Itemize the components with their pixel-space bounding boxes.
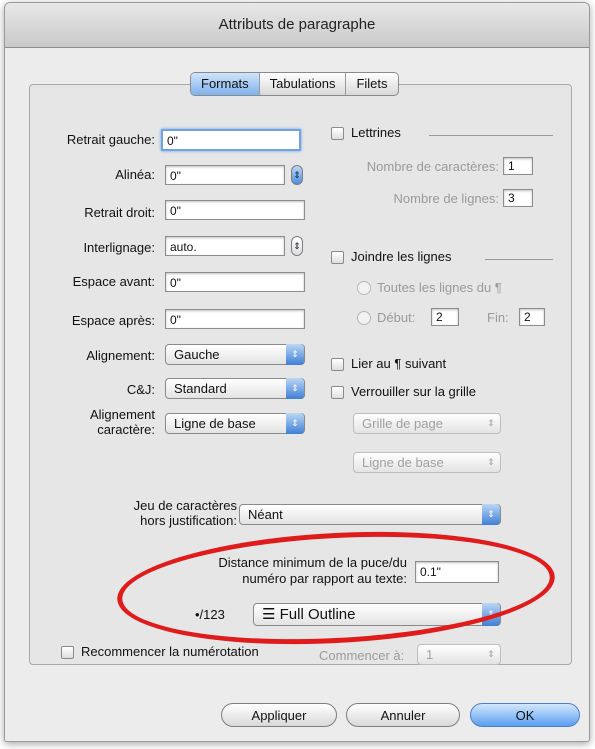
verrouiller-checkbox[interactable] xyxy=(331,386,344,399)
alignement-label: Alignement: xyxy=(86,348,155,363)
espace-avant-label: Espace avant: xyxy=(72,274,155,289)
popup-arrows-icon: ⇕ xyxy=(286,413,304,434)
verrouiller-label: Verrouiller sur la grille xyxy=(351,384,476,399)
tab-tabulations[interactable]: Tabulations xyxy=(260,73,347,95)
cj-value: Standard xyxy=(174,381,227,396)
lettrines-divider xyxy=(429,135,553,136)
dialog-window: Attributs de paragraphe Formats Tabulati… xyxy=(4,2,590,742)
popup-arrows-icon: ⇕ xyxy=(487,649,495,659)
nb-caracteres-label: Nombre de caractères: xyxy=(366,159,499,174)
debut-input[interactable]: 2 xyxy=(431,308,459,326)
tab-filets[interactable]: Filets xyxy=(346,73,397,95)
alinea-input[interactable]: 0" xyxy=(165,165,285,185)
commencer-label: Commencer à: xyxy=(319,648,405,663)
alignement-caractere-popup[interactable]: Ligne de base ⇕ xyxy=(165,413,305,434)
tab-formats[interactable]: Formats xyxy=(191,73,260,95)
distance-input[interactable]: 0.1" xyxy=(415,561,499,583)
cj-popup[interactable]: Standard ⇕ xyxy=(165,378,305,399)
ligne-base-value: Ligne de base xyxy=(362,455,444,470)
commencer-value: 1 xyxy=(426,647,434,662)
fin-input[interactable]: 2 xyxy=(519,308,545,326)
distance-label: Distance minimum de la puce/du numéro pa… xyxy=(155,555,407,587)
alinea-label: Alinéa: xyxy=(115,167,155,182)
jeu-caracteres-value: Néant xyxy=(248,507,283,522)
retrait-droit-label: Retrait droit: xyxy=(84,205,155,220)
retrait-droit-input[interactable]: 0" xyxy=(165,200,305,220)
lettrines-checkbox[interactable] xyxy=(331,127,344,140)
commencer-popup[interactable]: 1 ⇕ xyxy=(417,644,501,665)
jeu-caracteres-label-line1: Jeu de caractères xyxy=(133,498,237,513)
popup-arrows-icon: ⇕ xyxy=(482,603,500,626)
popup-arrows-icon: ⇕ xyxy=(286,344,304,365)
grille-page-value: Grille de page xyxy=(362,416,443,431)
alignement-caractere-label-line1: Alignement xyxy=(89,407,155,422)
lettrines-label: Lettrines xyxy=(351,125,401,140)
nb-lignes-label: Nombre de lignes: xyxy=(393,191,500,206)
alignement-popup[interactable]: Gauche ⇕ xyxy=(165,344,305,365)
up-down-stepper-icon[interactable]: ⇕ xyxy=(291,236,303,256)
joindre-label: Joindre les lignes xyxy=(351,249,452,264)
appliquer-button[interactable]: Appliquer xyxy=(221,703,337,727)
distance-label-line1: Distance minimum de la puce/du xyxy=(218,555,407,570)
lier-checkbox[interactable] xyxy=(331,358,344,371)
up-down-stepper-icon[interactable]: ⇕ xyxy=(291,165,303,185)
list-style-icon: ☰ xyxy=(262,606,276,623)
retrait-gauche-label: Retrait gauche: xyxy=(66,132,155,147)
title-bar[interactable]: Attributs de paragraphe xyxy=(5,3,589,48)
popup-arrows-icon: ⇕ xyxy=(487,418,495,428)
toutes-radio[interactable] xyxy=(357,281,371,295)
popup-arrows-icon: ⇕ xyxy=(487,457,495,467)
retrait-gauche-input[interactable]: 0" xyxy=(161,129,301,151)
popup-arrows-icon: ⇕ xyxy=(482,504,500,525)
tab-bar: Formats Tabulations Filets xyxy=(190,72,399,96)
fin-label: Fin: xyxy=(487,310,509,325)
jeu-caracteres-popup[interactable]: Néant ⇕ xyxy=(239,504,501,525)
espace-apres-input[interactable]: 0" xyxy=(165,309,305,329)
numbering-label: •/123 xyxy=(195,607,225,622)
joindre-divider xyxy=(485,259,553,260)
espace-apres-label: Espace après: xyxy=(71,313,155,328)
interlignage-input[interactable]: auto. xyxy=(165,236,285,256)
interlignage-label: Interlignage: xyxy=(83,240,155,255)
toutes-label: Toutes les lignes du ¶ xyxy=(377,280,502,295)
window-title: Attributs de paragraphe xyxy=(218,16,376,33)
popup-arrows-icon: ⇕ xyxy=(286,378,304,399)
jeu-caracteres-label-line2: hors justification: xyxy=(140,513,237,528)
nb-lignes-input[interactable]: 3 xyxy=(503,189,533,207)
annuler-button[interactable]: Annuler xyxy=(346,703,460,727)
recommencer-checkbox[interactable] xyxy=(61,646,74,659)
alignement-caractere-value: Ligne de base xyxy=(174,416,256,431)
debut-radio[interactable] xyxy=(357,311,371,325)
debut-label: Début: xyxy=(377,310,416,325)
grille-page-popup[interactable]: Grille de page ⇕ xyxy=(353,413,501,434)
ok-button[interactable]: OK xyxy=(470,703,580,727)
numbering-style-value: Full Outline xyxy=(279,606,356,623)
lier-label: Lier au ¶ suivant xyxy=(351,356,447,371)
numbering-style-popup[interactable]: ☰ Full Outline ⇕ xyxy=(253,603,501,626)
joindre-checkbox[interactable] xyxy=(331,251,344,264)
alignement-caractere-label-line2: caractère: xyxy=(97,422,155,437)
jeu-caracteres-label: Jeu de caractères hors justification: xyxy=(75,498,237,528)
recommencer-label: Recommencer la numérotation xyxy=(81,644,259,659)
nb-caracteres-input[interactable]: 1 xyxy=(503,157,533,175)
espace-avant-input[interactable]: 0" xyxy=(165,272,305,292)
alignement-value: Gauche xyxy=(174,347,220,362)
distance-label-line2: numéro par rapport au texte: xyxy=(242,571,407,586)
alignement-caractere-label: Alignement caractère: xyxy=(25,407,155,437)
cj-label: C&J: xyxy=(126,382,155,397)
ligne-base-popup[interactable]: Ligne de base ⇕ xyxy=(353,452,501,473)
